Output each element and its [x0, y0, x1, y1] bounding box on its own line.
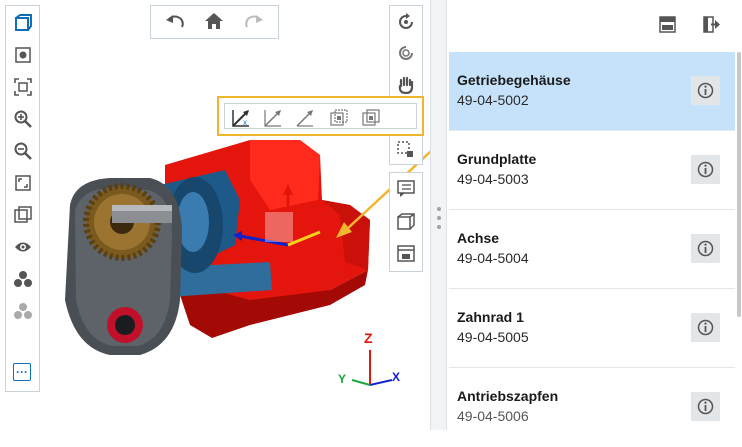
- info-button[interactable]: [691, 155, 720, 184]
- explode-icon[interactable]: [12, 268, 34, 290]
- item-number: 49-04-5004: [457, 250, 529, 266]
- fullscreen-icon[interactable]: [12, 172, 34, 194]
- right-toolbar-secondary: [389, 172, 423, 272]
- panel-splitter[interactable]: [430, 0, 447, 430]
- grip-dot: [437, 225, 441, 229]
- explode-y-icon[interactable]: [295, 108, 315, 133]
- info-icon: [697, 240, 714, 257]
- item-number: 49-04-5003: [457, 171, 529, 187]
- panel-layout-icon[interactable]: [659, 16, 676, 38]
- list-item-grundplatte[interactable]: Grundplatte 49-04-5003: [449, 131, 735, 210]
- info-icon: [697, 82, 714, 99]
- list-item-antriebszapfen[interactable]: Antriebszapfen 49-04-5006: [449, 368, 735, 447]
- fit-frame-icon[interactable]: [12, 76, 34, 98]
- top-toolbar: [150, 5, 279, 39]
- parts-panel: Getriebegehäuse 49-04-5002 Grundplatte 4…: [447, 0, 742, 430]
- settings-icon[interactable]: [12, 44, 34, 66]
- explode-disabled-icon: [12, 300, 34, 322]
- export-icon[interactable]: [703, 16, 721, 38]
- home-icon[interactable]: [204, 12, 224, 35]
- item-number: 49-04-5005: [457, 329, 529, 345]
- notes-icon[interactable]: [397, 180, 415, 203]
- grip-dot: [437, 216, 441, 220]
- panel-scrollbar[interactable]: [737, 52, 741, 317]
- y-axis-label: Y: [338, 372, 347, 386]
- panel-header: [447, 0, 742, 51]
- explode-xyz-icon[interactable]: x: [231, 108, 251, 133]
- svg-text:x: x: [243, 118, 247, 127]
- left-toolbar: ···: [5, 5, 40, 392]
- 3d-viewer[interactable]: Z Y X ··· x: [0, 0, 430, 430]
- zoom-out-icon[interactable]: [12, 140, 34, 162]
- cube-outline-icon[interactable]: [397, 213, 415, 236]
- zoom-in-icon[interactable]: [12, 108, 34, 130]
- item-name: Getriebegehäuse: [457, 72, 571, 88]
- item-number: 49-04-5006: [457, 408, 529, 424]
- explode-options-popup: x: [217, 96, 424, 136]
- axes-indicator: Z Y X: [336, 330, 406, 395]
- rotate-icon[interactable]: [397, 13, 415, 36]
- box-icon[interactable]: [12, 204, 34, 226]
- info-icon: [697, 161, 714, 178]
- item-name: Achse: [457, 230, 500, 246]
- right-toolbar: [389, 5, 423, 165]
- z-axis-label: Z: [364, 330, 373, 346]
- eye-icon[interactable]: [12, 236, 34, 258]
- explode-z-icon[interactable]: [329, 108, 349, 133]
- item-name: Antriebszapfen: [457, 388, 559, 404]
- print-icon[interactable]: [397, 245, 415, 268]
- explode-x-icon[interactable]: [263, 108, 283, 133]
- item-name: Grundplatte: [457, 151, 537, 167]
- info-icon: [697, 319, 714, 336]
- x-axis-label: X: [392, 370, 401, 384]
- info-button[interactable]: [691, 234, 720, 263]
- list-item-zahnrad-1[interactable]: Zahnrad 1 49-04-5005: [449, 289, 735, 368]
- undo-icon[interactable]: [165, 12, 185, 35]
- list-item-achse[interactable]: Achse 49-04-5004: [449, 210, 735, 289]
- more-icon: ···: [16, 365, 28, 379]
- cube-view-icon[interactable]: [12, 12, 34, 34]
- select-region-icon[interactable]: [397, 141, 415, 164]
- list-item-getriebegehaeuse[interactable]: Getriebegehäuse 49-04-5002: [449, 52, 735, 131]
- info-icon: [697, 398, 714, 415]
- info-button[interactable]: [691, 76, 720, 105]
- item-name: Zahnrad 1: [457, 309, 524, 325]
- more-button[interactable]: ···: [13, 363, 31, 381]
- redo-icon: [244, 12, 264, 35]
- info-button[interactable]: [691, 313, 720, 342]
- item-number: 49-04-5002: [457, 92, 529, 108]
- orbit-icon[interactable]: [397, 44, 415, 67]
- grip-dot: [437, 207, 441, 211]
- explode-custom-icon[interactable]: [361, 108, 381, 133]
- info-button[interactable]: [691, 392, 720, 421]
